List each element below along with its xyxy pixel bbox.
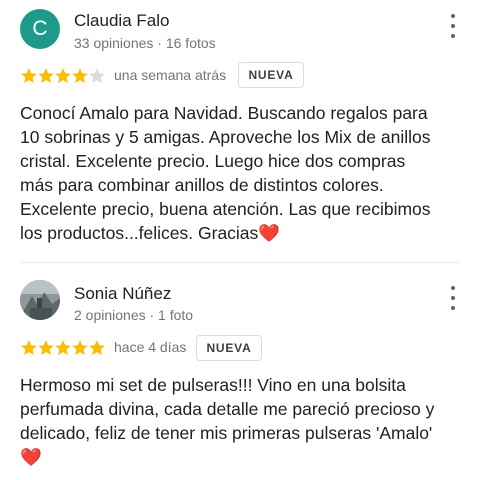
star-rating [20, 339, 105, 357]
new-badge: NUEVA [196, 335, 262, 361]
star-filled-icon [72, 68, 88, 83]
star-filled-icon [21, 340, 37, 355]
heart-icon: ❤️ [258, 223, 281, 243]
star-empty-icon [89, 68, 105, 83]
review-card: C Claudia Falo 33 opiniones · 16 fotos u… [0, 0, 480, 262]
review-text: Hermoso mi set de pulseras!!! Vino en un… [20, 373, 470, 469]
more-options-icon[interactable] [446, 286, 460, 310]
avatar-photo [20, 280, 60, 320]
reviewer-name[interactable]: Claudia Falo [74, 11, 169, 31]
heart-icon: ❤️ [20, 447, 42, 467]
star-rating [20, 67, 105, 85]
new-badge: NUEVA [238, 62, 304, 88]
reviewer-meta: 2 opiniones · 1 foto [74, 307, 194, 323]
star-filled-icon [21, 68, 37, 83]
star-filled-icon [38, 68, 54, 83]
review-text-content: Hermoso mi set de pulseras!!! Vino en un… [20, 375, 435, 443]
reviewer-name[interactable]: Sonia Núñez [74, 284, 171, 304]
review-card: Sonia Núñez 2 opiniones · 1 foto hace 4 … [0, 270, 480, 480]
star-filled-icon [89, 340, 105, 355]
star-filled-icon [55, 340, 71, 355]
review-time: una semana atrás [114, 67, 227, 83]
star-filled-icon [55, 68, 71, 83]
avatar[interactable] [20, 280, 60, 320]
star-filled-icon [72, 340, 88, 355]
review-time: hace 4 días [114, 339, 187, 355]
star-filled-icon [38, 340, 54, 355]
more-options-icon[interactable] [446, 14, 460, 38]
review-text-content: Conocí Amalo para Navidad. Buscando rega… [20, 103, 431, 243]
stars-svg [21, 340, 105, 355]
review-text: Conocí Amalo para Navidad. Buscando rega… [20, 101, 470, 245]
avatar[interactable]: C [20, 9, 60, 49]
divider [20, 262, 460, 263]
stars-svg [21, 68, 105, 83]
reviewer-meta: 33 opiniones · 16 fotos [74, 35, 216, 51]
